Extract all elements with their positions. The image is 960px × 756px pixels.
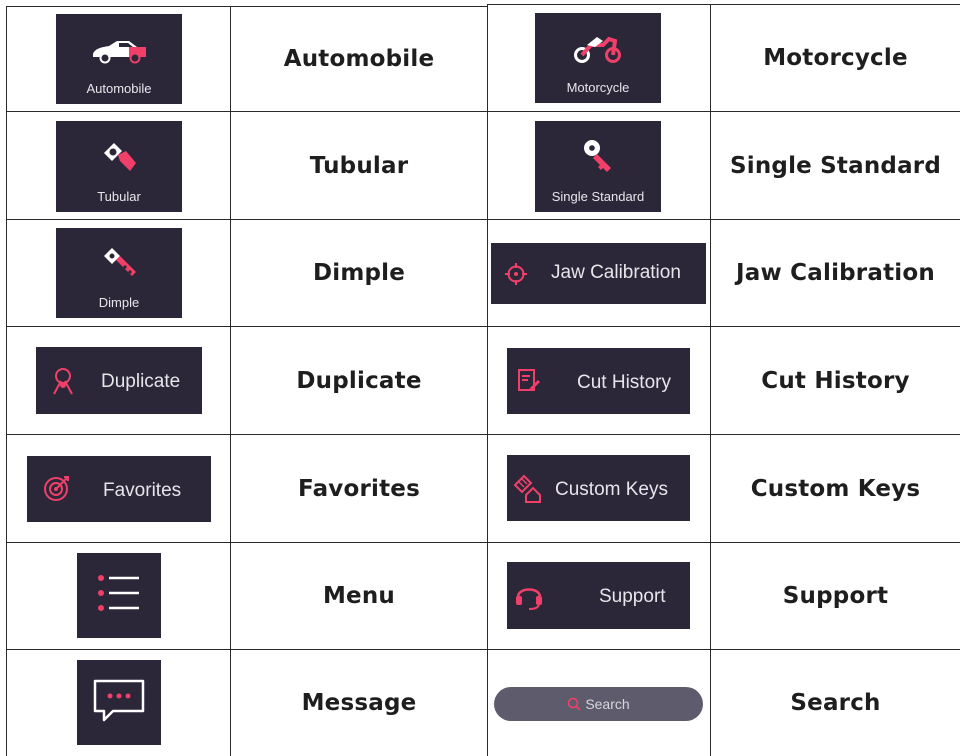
search-icon (568, 697, 581, 711)
single-key-icon (584, 140, 611, 172)
tubular-key-icon (104, 143, 136, 171)
table-border-left (6, 6, 7, 756)
menu-list-icon (98, 575, 139, 611)
message-button[interactable] (77, 660, 161, 745)
dimple-button-caption: Dimple (98, 295, 140, 310)
cut-history-button[interactable]: Cut History (507, 348, 690, 414)
search-button[interactable]: Search (494, 687, 703, 721)
table-divider (487, 4, 488, 756)
jaw-calibration-button[interactable]: Jaw Calibration (491, 243, 706, 304)
custom-keys-label: Custom Keys (750, 475, 921, 502)
duplicate-button[interactable]: Duplicate (36, 347, 202, 414)
dimple-button[interactable]: Dimple (56, 228, 182, 318)
tubular-button-caption: Tubular (97, 189, 141, 204)
single-standard-button-caption: Single Standard (551, 189, 645, 204)
favorites-button[interactable]: Favorites (27, 456, 211, 522)
custom-keys-button[interactable]: Custom Keys (507, 455, 690, 521)
tubular-button[interactable]: Tubular (56, 121, 182, 212)
custom-keys-button-text: Custom Keys (555, 479, 668, 500)
chat-bubble-icon (93, 679, 145, 722)
jaw-calibration-button-text: Jaw Calibration (551, 262, 681, 283)
crosshair-icon (505, 263, 527, 285)
jaw-calibration-label: Jaw Calibration (736, 260, 935, 286)
support-label: Support (782, 583, 889, 609)
favorites-button-text: Favorites (103, 480, 182, 501)
support-button-text: Support (599, 586, 666, 607)
dimple-label: Dimple (312, 260, 406, 286)
search-label: Search (790, 690, 881, 716)
car-icon (93, 41, 146, 64)
tubular-label: Tubular (309, 152, 409, 179)
search-button-text: Search (585, 696, 630, 712)
cut-history-label: Cut History (761, 367, 910, 394)
message-label: Message (301, 690, 417, 716)
support-button[interactable]: Support (507, 562, 690, 629)
cut-history-button-text: Cut History (577, 372, 671, 393)
headset-icon (516, 588, 542, 610)
menu-label: Menu (322, 583, 396, 609)
automobile-button-caption: Automobile (86, 81, 152, 96)
motorcycle-button[interactable]: Motorcycle (535, 13, 661, 103)
motorcycle-button-caption: Motorcycle (566, 80, 630, 95)
automobile-button[interactable]: Automobile (56, 14, 182, 104)
duplicate-key-icon (53, 368, 73, 395)
menu-button[interactable] (77, 553, 161, 638)
history-document-icon (518, 369, 540, 391)
motorcycle-label: Motorcycle (763, 45, 908, 71)
dimple-key-icon (104, 248, 136, 276)
single-standard-label: Single Standard (729, 152, 942, 179)
custom-key-icon (513, 474, 541, 503)
duplicate-label: Duplicate (296, 367, 422, 394)
favorites-label: Favorites (298, 475, 420, 502)
motorcycle-icon (574, 36, 621, 63)
automobile-label: Automobile (283, 46, 435, 72)
target-icon (44, 476, 69, 501)
duplicate-button-text: Duplicate (101, 371, 181, 392)
single-standard-button[interactable]: Single Standard (535, 121, 661, 212)
